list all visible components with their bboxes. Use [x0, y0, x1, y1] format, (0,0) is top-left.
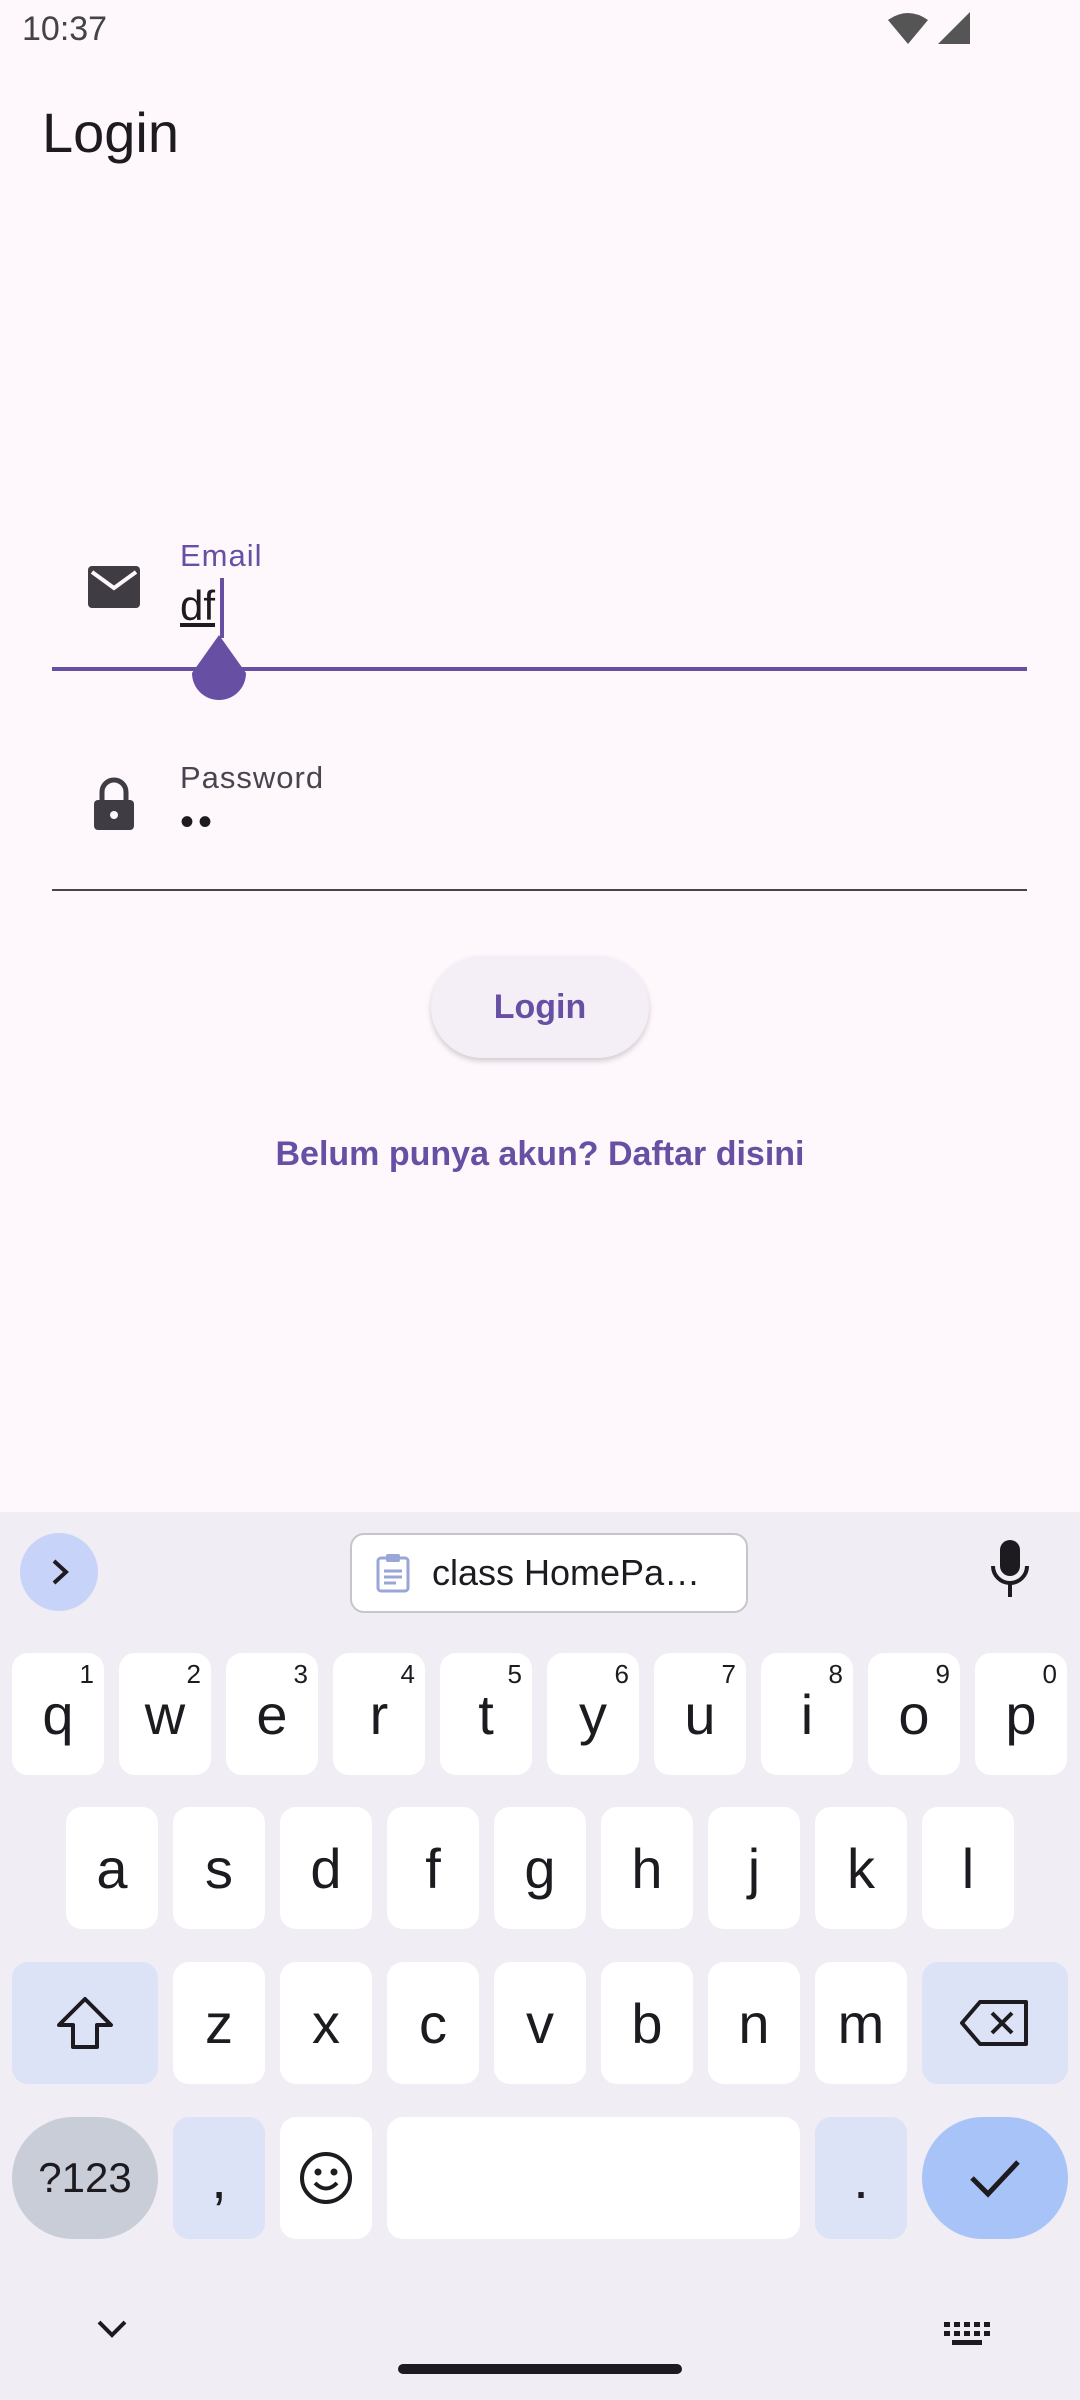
hide-keyboard-icon[interactable] [95, 2318, 129, 2340]
email-icon [88, 566, 140, 608]
signal-icon [938, 12, 970, 44]
key-t[interactable]: t5 [440, 1653, 532, 1775]
key-s[interactable]: s [173, 1807, 265, 1929]
password-field[interactable]: •• [180, 800, 216, 845]
key-f[interactable]: f [387, 1807, 479, 1929]
key-q[interactable]: q1 [12, 1653, 104, 1775]
key-z[interactable]: z [173, 1962, 265, 2084]
key-v[interactable]: v [494, 1962, 586, 2084]
symbols-key[interactable]: ?123 [12, 2117, 158, 2239]
key-d[interactable]: d [280, 1807, 372, 1929]
space-key[interactable] [387, 2117, 800, 2239]
shift-icon [57, 1997, 113, 2049]
status-icons [888, 12, 970, 46]
page-title: Login [42, 101, 180, 164]
key-x[interactable]: x [280, 1962, 372, 2084]
enter-key[interactable] [922, 2117, 1068, 2239]
register-link[interactable]: Belum punya akun? Daftar disini [0, 1135, 1080, 1174]
keyboard-switch-icon[interactable] [944, 2322, 990, 2346]
period-key[interactable]: . [815, 2117, 907, 2239]
key-p[interactable]: p0 [975, 1653, 1067, 1775]
emoji-key[interactable] [280, 2117, 372, 2239]
backspace-icon [960, 2000, 1028, 2046]
backspace-key[interactable] [922, 1962, 1068, 2084]
text-cursor [220, 578, 224, 638]
keyboard-expand-button[interactable] [20, 1533, 98, 1611]
login-button[interactable]: Login [431, 956, 649, 1058]
clipboard-text: class HomePa… [432, 1552, 701, 1593]
password-label: Password [180, 760, 325, 795]
key-o[interactable]: o9 [868, 1653, 960, 1775]
shift-key[interactable] [12, 1962, 158, 2084]
wifi-icon [888, 13, 928, 44]
password-underline [52, 889, 1027, 891]
comma-key[interactable]: , [173, 2117, 265, 2239]
clipboard-icon [376, 1554, 410, 1593]
clipboard-suggestion[interactable]: class HomePa… [350, 1533, 748, 1613]
home-indicator[interactable] [398, 2364, 682, 2374]
key-w[interactable]: w2 [119, 1653, 211, 1775]
key-y[interactable]: y6 [547, 1653, 639, 1775]
key-u[interactable]: u7 [654, 1653, 746, 1775]
key-a[interactable]: a [66, 1807, 158, 1929]
key-r[interactable]: r4 [333, 1653, 425, 1775]
key-m[interactable]: m [815, 1962, 907, 2084]
lock-icon [94, 777, 134, 830]
checkmark-icon [970, 2160, 1020, 2198]
email-label: Email [180, 538, 263, 573]
key-c[interactable]: c [387, 1962, 479, 2084]
status-time: 10:37 [22, 10, 108, 48]
key-n[interactable]: n [708, 1962, 800, 2084]
key-e[interactable]: e3 [226, 1653, 318, 1775]
key-b[interactable]: b [601, 1962, 693, 2084]
chevron-right-icon [52, 1559, 69, 1585]
key-i[interactable]: i8 [761, 1653, 853, 1775]
key-l[interactable]: l [922, 1807, 1014, 1929]
microphone-icon[interactable] [990, 1540, 1030, 1600]
cursor-handle-icon[interactable] [190, 635, 248, 707]
email-field[interactable]: df [180, 582, 215, 630]
key-g[interactable]: g [494, 1807, 586, 1929]
keyboard [0, 1512, 1080, 2400]
key-k[interactable]: k [815, 1807, 907, 1929]
key-h[interactable]: h [601, 1807, 693, 1929]
emoji-icon [300, 2152, 352, 2204]
key-j[interactable]: j [708, 1807, 800, 1929]
